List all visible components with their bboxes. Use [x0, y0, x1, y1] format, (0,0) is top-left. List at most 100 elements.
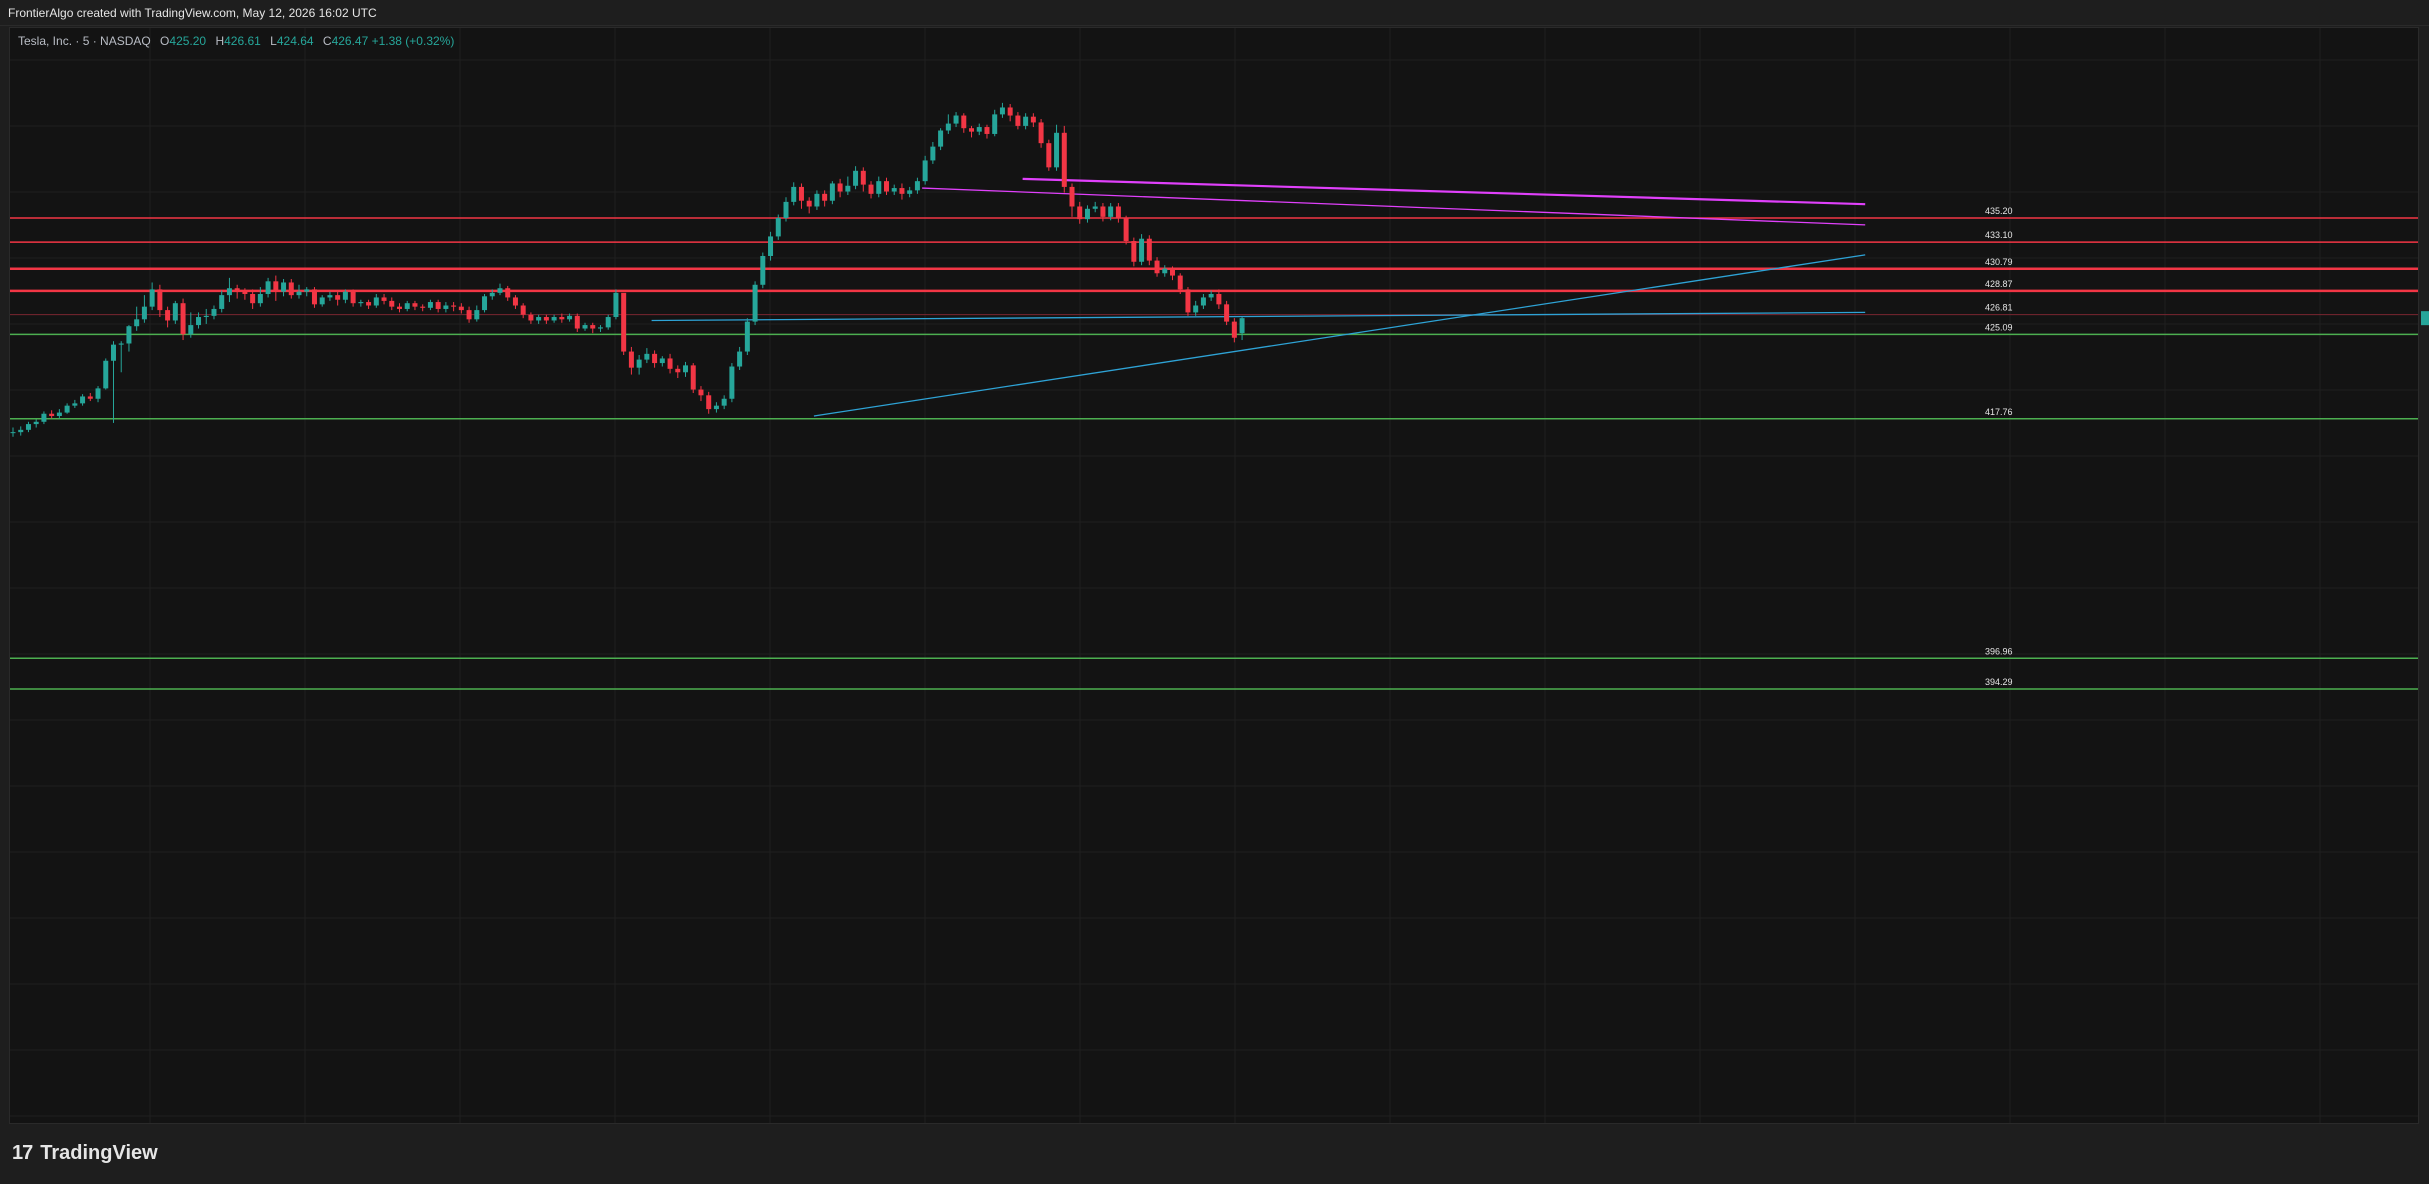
low-value: 424.64 [276, 34, 314, 48]
candle-up [489, 292, 495, 297]
candle-up [1084, 208, 1090, 220]
price-chart[interactable]: 435.20 433.10 430.79 428.87 426.81 425.09 417.… [0, 0, 2429, 1125]
candle-up [203, 315, 209, 318]
candle-up [118, 343, 124, 345]
candle-up [134, 319, 140, 327]
candle-up [33, 421, 39, 425]
candle-up [853, 170, 859, 186]
candle-down [574, 315, 580, 329]
candle-down [1030, 116, 1036, 123]
candle-up [752, 284, 758, 322]
low-label: L [270, 34, 277, 48]
trendline-magenta-thin [922, 187, 1866, 226]
candle-up [188, 325, 194, 335]
candle-down [1123, 218, 1129, 242]
candle-down [675, 368, 681, 373]
candle-down [389, 300, 395, 307]
candle-up [304, 289, 310, 292]
high-label: H [215, 34, 225, 48]
candle-down [242, 291, 248, 294]
candle-up [1108, 206, 1114, 217]
candle-down [706, 395, 712, 410]
candle-down [883, 181, 889, 192]
candle-up [1193, 305, 1199, 313]
tradingview-logo[interactable]: 17 TradingView [12, 1142, 158, 1165]
candle-down [87, 396, 93, 399]
open-label: O [160, 34, 170, 48]
candle-up [914, 181, 920, 191]
candle-down [1007, 107, 1013, 116]
candle-up [683, 365, 689, 373]
candle-up [1200, 297, 1206, 306]
candle-up [644, 353, 650, 360]
candle-down [628, 351, 634, 368]
trendline-blue-flat [651, 311, 1866, 322]
change-value: +1.38 (+0.32%) [371, 34, 455, 48]
candle-down [690, 365, 696, 390]
candle-down [961, 115, 967, 129]
candle-down [621, 292, 627, 352]
candle-up [636, 359, 642, 368]
candle-up [783, 201, 789, 218]
candle-down [1100, 206, 1106, 217]
candle-down [288, 282, 294, 296]
candle-up [876, 181, 882, 194]
candle-down [180, 303, 186, 335]
candle-down [435, 302, 441, 309]
candle-down [837, 183, 843, 192]
candle-up [497, 288, 503, 293]
candle-down [798, 186, 804, 201]
candle-down [366, 302, 372, 306]
candle-down [234, 288, 240, 292]
candle-up [296, 291, 302, 296]
candle-up [226, 288, 232, 296]
level-label: 426.81 [1985, 303, 2013, 313]
candle-down [1170, 268, 1175, 276]
candle-up [922, 160, 928, 182]
candle-up [149, 289, 155, 307]
level-label: 425.09 [1985, 322, 2013, 332]
legend: Tesla, Inc. · 5 · NASDAQ O425.20 H426.61… [18, 34, 454, 48]
candle-down [984, 127, 990, 134]
candle-down [420, 306, 426, 308]
candle-up [976, 127, 982, 132]
symbol-label: Tesla, Inc. · 5 · NASDAQ [18, 34, 151, 48]
candle-up [1054, 132, 1060, 168]
candle-up [760, 255, 766, 285]
candle-down [466, 310, 472, 320]
trendlines [651, 177, 1866, 417]
grid [10, 28, 2418, 1123]
candle-down [505, 288, 511, 298]
candle-up [597, 327, 603, 329]
candle-up [211, 308, 217, 316]
candle-down [969, 128, 975, 132]
candle-down [1046, 143, 1052, 168]
tradingview-logo-icon: 17 [12, 1142, 33, 1164]
candle-up [474, 310, 480, 320]
candle-down [335, 295, 341, 300]
candle-up [373, 297, 379, 306]
candle-down [1061, 132, 1067, 187]
candle-down [1115, 206, 1121, 218]
candle-down [590, 325, 596, 329]
candle-up [567, 315, 573, 320]
candle-down [652, 353, 658, 364]
candle-down [458, 306, 464, 311]
candle-down [1177, 275, 1183, 290]
candle-up [737, 351, 743, 367]
candle-up [582, 325, 588, 329]
candle-down [1185, 289, 1191, 313]
candle-down [397, 306, 402, 309]
candle-up [845, 185, 851, 192]
candle-down [1154, 260, 1160, 274]
candle-down [559, 317, 565, 320]
candle-up [327, 295, 333, 298]
candle-down [1231, 321, 1237, 338]
price-scale-marker [2421, 311, 2429, 326]
candle-up [775, 218, 781, 237]
candle-up [281, 282, 287, 292]
candle-up [56, 412, 62, 417]
candle-up [72, 403, 78, 406]
candle-down [822, 193, 828, 201]
candle-up [938, 130, 944, 147]
